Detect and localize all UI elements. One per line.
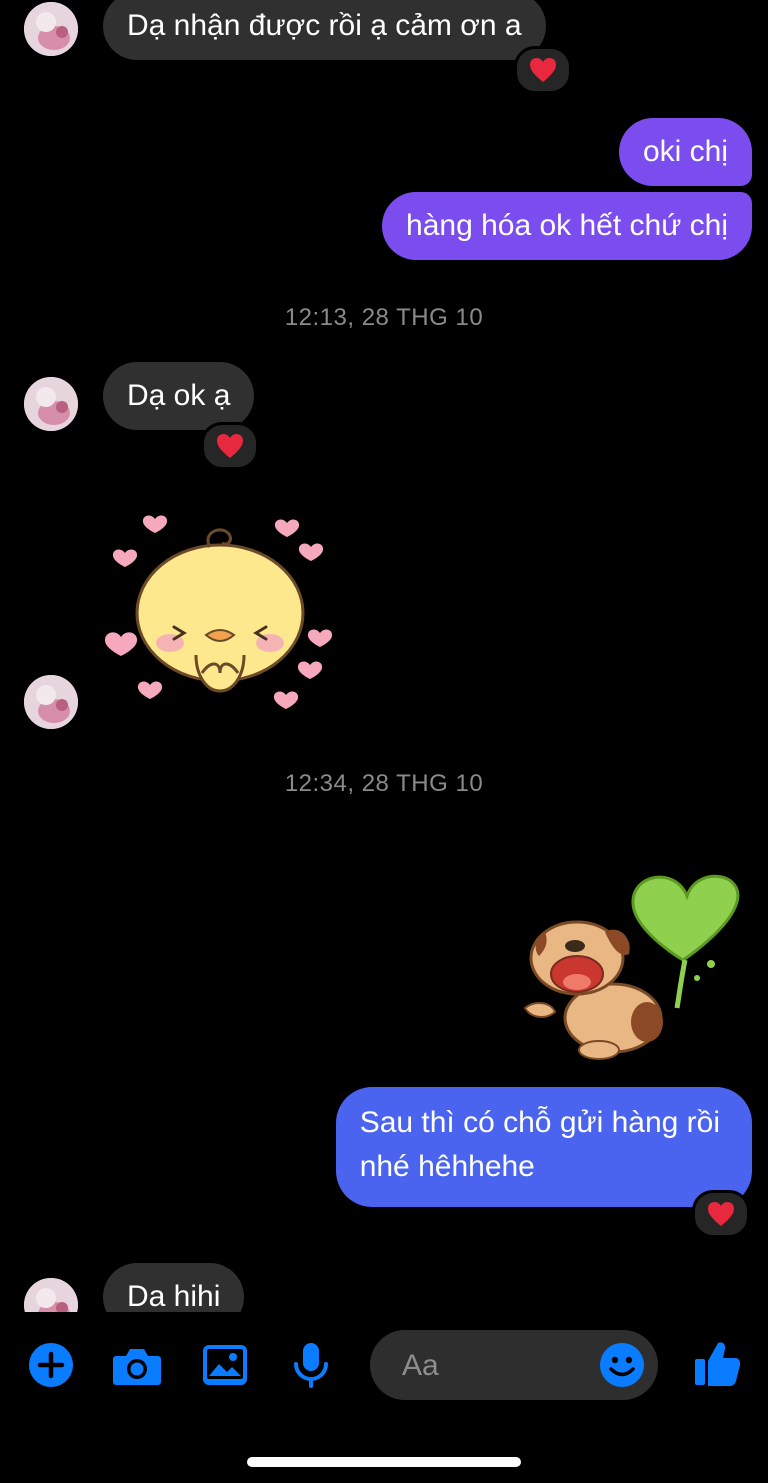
message-line: nhé hêhhehe [359,1150,535,1183]
camera-icon[interactable] [112,1340,162,1390]
heart-reaction[interactable] [692,1190,750,1238]
message-input[interactable] [400,1330,584,1402]
heart-reaction[interactable] [514,46,572,94]
plus-circle-icon[interactable] [26,1340,76,1390]
message-line: Sau thì có chỗ gửi hàng rồi [359,1106,720,1139]
contact-avatar[interactable] [24,675,78,729]
chat-screen: Dạ nhận được rồi ạ cảm ơn a oki chị hàng… [0,0,768,1483]
contact-avatar[interactable] [24,2,78,56]
incoming-message[interactable]: Dạ ok ạ [103,362,255,430]
microphone-icon[interactable] [286,1340,336,1390]
heart-icon [530,58,556,82]
thumbs-up-icon[interactable] [692,1338,742,1388]
emoji-icon[interactable] [598,1341,646,1389]
contact-avatar[interactable] [24,377,78,431]
message-timestamp: 12:13, 28 THG 10 [284,304,484,331]
heart-reaction[interactable] [201,422,259,470]
heart-icon [708,1202,734,1226]
outgoing-message[interactable]: hàng hóa ok hết chứ chị [382,192,752,260]
outgoing-message[interactable]: Sau thì có chỗ gửi hàng rồi nhé hêhhehe [335,1087,752,1207]
message-timestamp: 12:34, 28 THG 10 [284,770,484,797]
home-indicator [247,1457,521,1467]
chick-sticker[interactable] [100,505,340,720]
outgoing-message[interactable]: oki chị [618,118,752,186]
message-input-container[interactable] [370,1330,658,1402]
dog-heart-sticker[interactable] [515,862,755,1067]
heart-icon [217,434,243,458]
image-gallery-icon[interactable] [200,1340,250,1390]
incoming-message[interactable]: Dạ nhận được rồi ạ cảm ơn a [103,0,546,60]
